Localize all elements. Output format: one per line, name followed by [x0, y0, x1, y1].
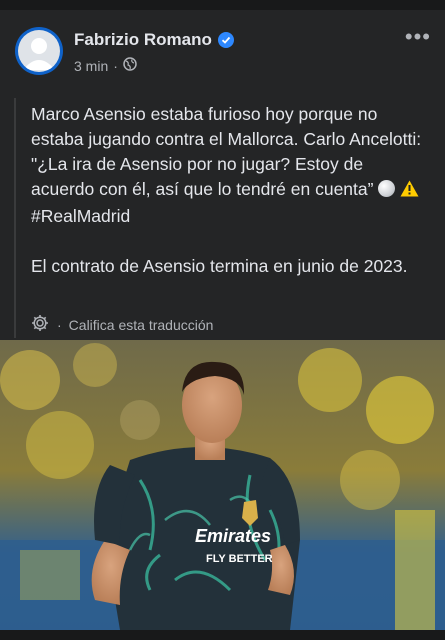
meta-separator: · — [113, 57, 118, 74]
author-name[interactable]: Fabrizio Romano — [74, 30, 212, 50]
translation-rule — [14, 98, 16, 338]
post-text-part1: Marco Asensio estaba furioso hoy porque … — [31, 104, 426, 199]
post-text-part2: El contrato de Asensio termina en junio … — [31, 256, 408, 276]
globe-icon — [123, 57, 137, 74]
post-meta: 3 min · — [74, 57, 137, 74]
hashtag-link[interactable]: #RealMadrid — [31, 206, 130, 226]
verified-badge-icon — [217, 32, 234, 48]
translate-separator: · — [57, 316, 62, 333]
bottom-strip — [0, 630, 445, 640]
avatar[interactable] — [15, 27, 63, 75]
gear-icon — [30, 313, 50, 336]
post-header: Fabrizio Romano 3 min · ••• — [0, 10, 445, 90]
more-options-button[interactable]: ••• — [405, 26, 431, 48]
default-profile-icon — [18, 30, 60, 72]
jersey-sponsor-line1: Emirates — [195, 526, 271, 546]
post-time[interactable]: 3 min — [74, 58, 108, 74]
post-photo[interactable]: Emirates FLY BETTER — [0, 340, 445, 630]
warning-emoji-icon — [400, 179, 419, 204]
top-strip — [0, 0, 445, 10]
ball-emoji-icon — [378, 180, 396, 197]
translate-label[interactable]: Califica esta traducción — [69, 317, 214, 333]
jersey-sponsor-line2: FLY BETTER — [206, 553, 273, 565]
post-text: Marco Asensio estaba furioso hoy porque … — [31, 102, 431, 279]
author-row: Fabrizio Romano — [74, 30, 234, 50]
translation-rating[interactable]: · Califica esta traducción — [30, 313, 213, 336]
post-card: Fabrizio Romano 3 min · ••• Marco Asensi… — [0, 10, 445, 630]
